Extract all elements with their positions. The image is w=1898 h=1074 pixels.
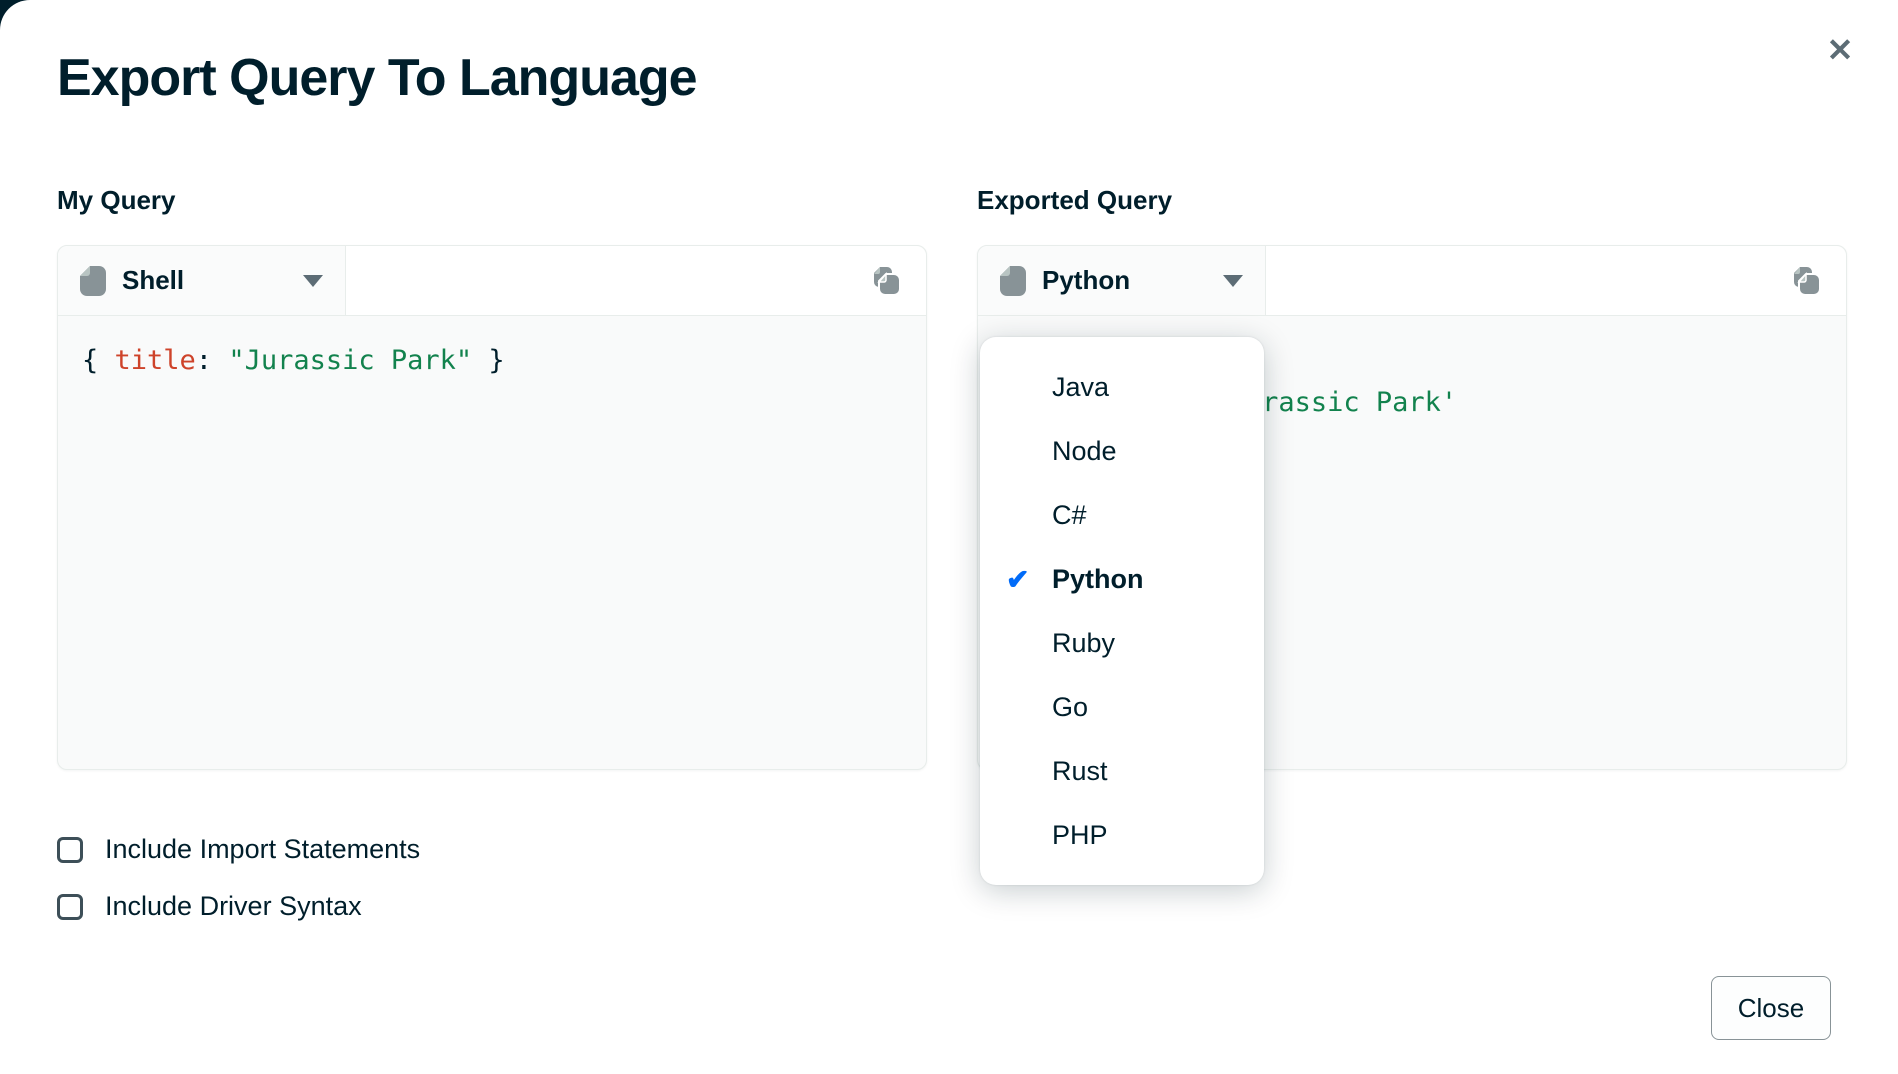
menu-item-label: Rust	[1052, 756, 1108, 787]
menu-item-rust[interactable]: Rust	[980, 739, 1264, 803]
copy-icon	[1793, 266, 1823, 296]
chevron-down-icon	[303, 275, 323, 287]
code-token: {	[82, 345, 115, 376]
menu-item-label: Go	[1052, 692, 1088, 723]
export-query-dialog: Export Query To Language ✕ My Query Expo…	[0, 0, 1898, 1074]
copy-export-button[interactable]	[1784, 257, 1832, 305]
input-language-value: Shell	[122, 265, 184, 296]
language-dropdown-menu: Java Node C# ✔ Python Ruby Go Rust PHP	[980, 337, 1264, 885]
include-driver-syntax-checkbox[interactable]	[57, 894, 83, 920]
code-token: }	[472, 345, 505, 376]
export-language-selector[interactable]: Python	[978, 246, 1266, 315]
my-query-heading: My Query	[57, 185, 176, 216]
exported-query-heading: Exported Query	[977, 185, 1172, 216]
copy-input-button[interactable]	[864, 257, 912, 305]
menu-item-csharp[interactable]: C#	[980, 483, 1264, 547]
menu-item-label: Java	[1052, 372, 1109, 403]
menu-item-node[interactable]: Node	[980, 419, 1264, 483]
my-query-toolbar: Shell	[58, 246, 926, 316]
menu-item-label: Node	[1052, 436, 1117, 467]
menu-item-go[interactable]: Go	[980, 675, 1264, 739]
my-query-panel: Shell { title: "Jurassic Park" }	[57, 245, 927, 770]
code-token-string: "Jurassic Park"	[228, 345, 472, 376]
export-language-value: Python	[1042, 265, 1130, 296]
checkbox-label: Include Import Statements	[105, 834, 420, 865]
input-language-selector[interactable]: Shell	[58, 246, 346, 315]
file-code-icon	[1000, 266, 1026, 296]
checkbox-label: Include Driver Syntax	[105, 891, 362, 922]
close-icon[interactable]: ✕	[1818, 28, 1862, 72]
code-token-key: title	[115, 345, 196, 376]
menu-item-label: C#	[1052, 500, 1087, 531]
close-button[interactable]: Close	[1711, 976, 1831, 1040]
checkmark-icon: ✔	[1006, 563, 1052, 596]
code-token: :	[196, 345, 229, 376]
dialog-title: Export Query To Language	[57, 48, 697, 108]
include-driver-syntax-option: Include Driver Syntax	[57, 891, 362, 922]
menu-item-python[interactable]: ✔ Python	[980, 547, 1264, 611]
menu-item-php[interactable]: PHP	[980, 803, 1264, 867]
include-import-statements-option: Include Import Statements	[57, 834, 420, 865]
include-import-statements-checkbox[interactable]	[57, 837, 83, 863]
menu-item-label: Python	[1052, 564, 1144, 595]
menu-item-java[interactable]: Java	[980, 355, 1264, 419]
my-query-editor[interactable]: { title: "Jurassic Park" }	[58, 316, 926, 406]
exported-query-toolbar: Python	[978, 246, 1846, 316]
menu-item-label: Ruby	[1052, 628, 1115, 659]
chevron-down-icon	[1223, 275, 1243, 287]
menu-item-label: PHP	[1052, 820, 1108, 851]
file-code-icon	[80, 266, 106, 296]
copy-icon	[873, 266, 903, 296]
menu-item-ruby[interactable]: Ruby	[980, 611, 1264, 675]
